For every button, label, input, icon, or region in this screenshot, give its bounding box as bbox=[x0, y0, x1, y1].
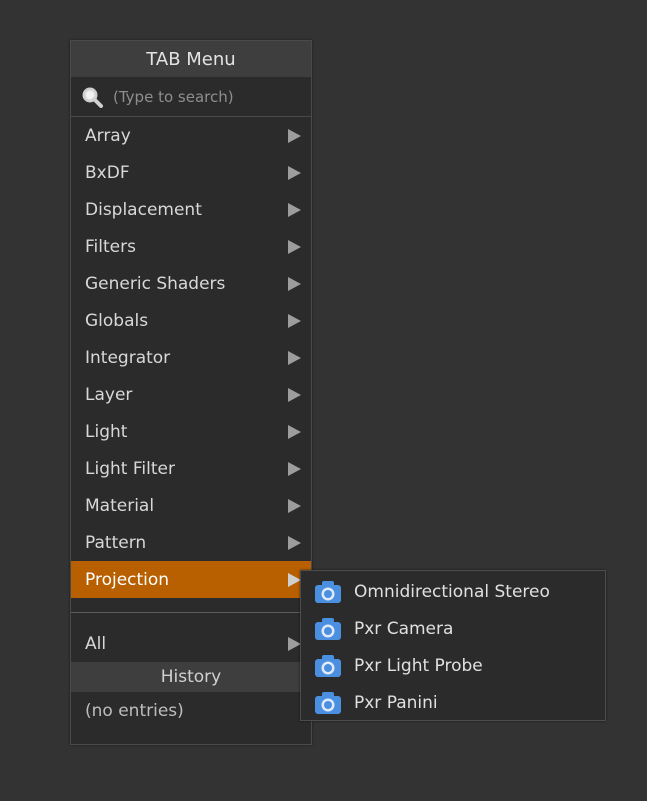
submenu-arrow-icon bbox=[288, 424, 301, 439]
search-icon bbox=[81, 86, 103, 108]
submenu-arrow-icon bbox=[288, 165, 301, 180]
submenu-arrow-icon bbox=[288, 461, 301, 476]
submenu-arrow-icon bbox=[288, 535, 301, 550]
submenu-item-pxr-light-probe[interactable]: Pxr Light Probe bbox=[301, 647, 605, 684]
menu-item-label: Material bbox=[85, 495, 155, 516]
submenu-arrow-icon bbox=[288, 350, 301, 365]
menu-item-label: Light bbox=[85, 421, 128, 442]
menu-separator bbox=[71, 612, 311, 613]
submenu-item-pxr-camera[interactable]: Pxr Camera bbox=[301, 610, 605, 647]
menu-item-label: Generic Shaders bbox=[85, 273, 226, 294]
menu-item-material[interactable]: Material bbox=[71, 487, 311, 524]
submenu-arrow-icon bbox=[288, 313, 301, 328]
camera-icon bbox=[314, 580, 342, 604]
camera-icon bbox=[314, 654, 342, 678]
menu-item-layer[interactable]: Layer bbox=[71, 376, 311, 413]
menu-item-globals[interactable]: Globals bbox=[71, 302, 311, 339]
menu-item-generic-shaders[interactable]: Generic Shaders bbox=[71, 265, 311, 302]
submenu-item-label: Pxr Panini bbox=[354, 692, 438, 713]
projection-submenu: Omnidirectional Stereo Pxr Camera Pxr Li… bbox=[300, 570, 606, 721]
menu-item-projection[interactable]: Projection bbox=[71, 561, 311, 598]
menu-item-label: Displacement bbox=[85, 199, 202, 220]
tab-menu: TAB Menu Array BxDF Displacement Filters bbox=[70, 40, 312, 745]
menu-item-bxdf[interactable]: BxDF bbox=[71, 154, 311, 191]
submenu-arrow-icon bbox=[288, 387, 301, 402]
submenu-item-label: Pxr Light Probe bbox=[354, 655, 483, 676]
menu-item-label: Layer bbox=[85, 384, 133, 405]
menu-item-label: Array bbox=[85, 125, 131, 146]
menu-item-light-filter[interactable]: Light Filter bbox=[71, 450, 311, 487]
search-row[interactable] bbox=[71, 77, 311, 117]
submenu-item-pxr-panini[interactable]: Pxr Panini bbox=[301, 684, 605, 721]
menu-item-array[interactable]: Array bbox=[71, 117, 311, 154]
menu-item-all[interactable]: All bbox=[71, 625, 311, 662]
search-input[interactable] bbox=[113, 87, 283, 106]
menu-item-label: Filters bbox=[85, 236, 136, 257]
history-empty-text: (no entries) bbox=[85, 700, 184, 721]
submenu-arrow-icon bbox=[288, 202, 301, 217]
menu-item-filters[interactable]: Filters bbox=[71, 228, 311, 265]
submenu-item-omnidirectional-stereo[interactable]: Omnidirectional Stereo bbox=[301, 573, 605, 610]
camera-icon bbox=[314, 617, 342, 641]
history-header: History bbox=[71, 662, 311, 692]
submenu-item-label: Omnidirectional Stereo bbox=[354, 581, 550, 602]
menu-item-label: All bbox=[85, 633, 107, 654]
menu-item-label: Pattern bbox=[85, 532, 147, 553]
submenu-item-label: Pxr Camera bbox=[354, 618, 454, 639]
menu-item-label: Globals bbox=[85, 310, 149, 331]
menu-item-integrator[interactable]: Integrator bbox=[71, 339, 311, 376]
menu-list: Array BxDF Displacement Filters Generic … bbox=[71, 117, 311, 598]
menu-item-displacement[interactable]: Displacement bbox=[71, 191, 311, 228]
submenu-arrow-icon bbox=[288, 276, 301, 291]
menu-item-label: BxDF bbox=[85, 162, 130, 183]
camera-icon bbox=[314, 691, 342, 715]
submenu-arrow-icon bbox=[288, 239, 301, 254]
submenu-arrow-icon bbox=[288, 498, 301, 513]
menu-item-pattern[interactable]: Pattern bbox=[71, 524, 311, 561]
menu-item-light[interactable]: Light bbox=[71, 413, 311, 450]
submenu-arrow-icon bbox=[288, 128, 301, 143]
menu-item-label: Light Filter bbox=[85, 458, 175, 479]
menu-title: TAB Menu bbox=[71, 41, 311, 77]
menu-item-label: Integrator bbox=[85, 347, 171, 368]
menu-item-label: Projection bbox=[85, 569, 170, 590]
